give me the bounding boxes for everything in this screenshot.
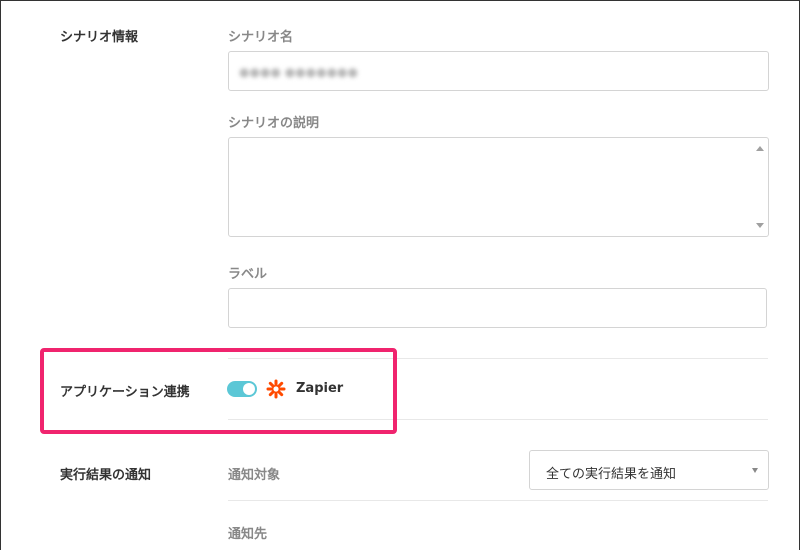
section-label-notification: 実行結果の通知: [60, 468, 152, 483]
scroll-up-arrow-icon[interactable]: [756, 146, 764, 151]
scenario-description-label: シナリオの説明: [228, 116, 320, 131]
notification-target-label: 通知対象: [228, 468, 281, 483]
divider: [228, 500, 768, 501]
scenario-description-textarea[interactable]: [228, 137, 769, 237]
scenario-name-value: ●●●● ●●●●●●●: [239, 65, 358, 79]
label-input[interactable]: [228, 288, 767, 328]
label-field-label: ラベル: [228, 267, 268, 282]
highlight-annotation: [40, 348, 397, 434]
notification-destination-label: 通知先: [228, 527, 268, 542]
chevron-down-icon: [752, 468, 758, 473]
description-scrollbar[interactable]: [752, 138, 768, 236]
scenario-name-input[interactable]: ●●●● ●●●●●●●: [228, 51, 769, 91]
scroll-down-arrow-icon[interactable]: [756, 223, 764, 228]
notification-target-selected: 全ての実行結果を通知: [546, 467, 677, 482]
notification-target-select[interactable]: 全ての実行結果を通知: [529, 450, 769, 490]
section-label-scenario-info: シナリオ情報: [60, 30, 139, 45]
scenario-name-label: シナリオ名: [228, 30, 294, 45]
